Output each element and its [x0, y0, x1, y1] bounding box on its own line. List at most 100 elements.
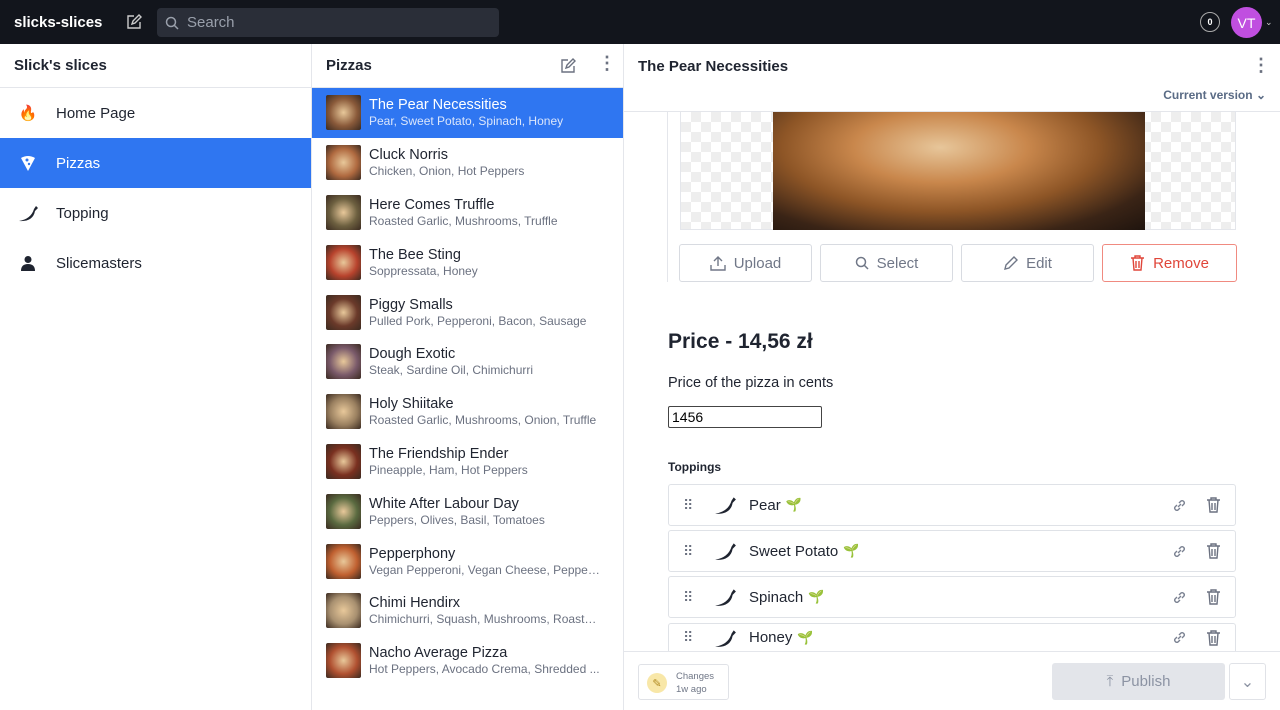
top-bar: slicks-slices Search 0 VT ⌄: [0, 0, 1280, 44]
changes-button[interactable]: ✎ Changes 1w ago: [638, 664, 729, 700]
toppings-label: Toppings: [668, 460, 722, 474]
vegetarian-sprout-icon: 🌱: [808, 589, 825, 605]
drag-handle-icon[interactable]: ⠿: [683, 497, 697, 514]
topping-name: Sweet Potato: [749, 542, 839, 560]
trash-icon[interactable]: [1206, 543, 1221, 559]
topping-item[interactable]: ⠿ Sweet Potato 🌱: [668, 530, 1236, 573]
pizza-icon: [0, 154, 56, 172]
version-label: Current version: [1163, 88, 1253, 102]
pizza-thumbnail: [326, 394, 361, 430]
vegetarian-sprout-icon: 🌱: [785, 497, 802, 512]
pizza-list-item[interactable]: Pepperphony Vegan Pepperoni, Vegan Cheese…: [312, 536, 623, 586]
pizza-title: Holy Shiitake: [369, 396, 454, 413]
pizza-list-item[interactable]: Chimi Hendirx Chimichurri, Squash, Mushro…: [312, 586, 623, 636]
pencil-icon: ✎: [647, 673, 667, 693]
sidebar-item-label: Slicemasters: [56, 254, 142, 272]
pizza-subtitle: Chimichurri, Squash, Mushrooms, Roaste..…: [369, 612, 601, 627]
pizza-thumbnail: [326, 344, 361, 380]
pizza-thumbnail: [326, 244, 361, 280]
search-input[interactable]: Search: [157, 8, 499, 37]
app-title[interactable]: slicks-slices: [14, 14, 102, 31]
version-select[interactable]: Current version ⌄: [1163, 88, 1266, 102]
remove-label: Remove: [1153, 254, 1209, 272]
pencil-icon: [1004, 255, 1019, 270]
compose-icon[interactable]: [126, 14, 143, 30]
drag-handle-icon[interactable]: ⠿: [683, 543, 697, 560]
upload-label: Upload: [733, 254, 782, 272]
pizza-list-item[interactable]: Piggy Smalls Pulled Pork, Pepperoni, Baco…: [312, 287, 623, 337]
vegetarian-sprout-icon: 🌱: [797, 629, 814, 645]
pizza-subtitle: Vegan Pepperoni, Vegan Cheese, Pepper...: [369, 562, 601, 577]
pizza-list-item[interactable]: Holy Shiitake Roasted Garlic, Mushrooms, …: [312, 387, 623, 437]
pizza-subtitle: Chicken, Onion, Hot Peppers: [369, 164, 525, 179]
link-icon[interactable]: [1172, 590, 1187, 605]
pane-title: Pizzas ⋮: [312, 44, 623, 88]
select-button[interactable]: Select: [820, 244, 953, 282]
pizza-list-item[interactable]: White After Labour Day Peppers, Olives, B…: [312, 486, 623, 536]
pizza-list-item[interactable]: Dough Exotic Steak, Sardine Oil, Chimichu…: [312, 337, 623, 387]
sidebar-item-label: Home Page: [56, 104, 136, 122]
upload-icon: [710, 256, 726, 271]
pizza-thumbnail: [326, 145, 361, 181]
pizza-list-item[interactable]: The Bee Sting Soppressata, Honey: [312, 237, 623, 287]
edit-button[interactable]: Edit: [961, 244, 1094, 282]
edit-label: Edit: [1026, 254, 1052, 272]
pizza-title: The Pear Necessities: [369, 97, 507, 114]
pizza-thumbnail: [326, 593, 361, 629]
pizza-thumbnail: [326, 294, 361, 330]
changes-time: 1w ago: [676, 684, 707, 695]
fire-icon: 🔥: [18, 105, 38, 122]
remove-button[interactable]: Remove: [1102, 244, 1237, 282]
topping-item[interactable]: ⠿ Spinach 🌱: [668, 576, 1236, 619]
link-icon[interactable]: [1172, 544, 1187, 559]
publish-menu-button[interactable]: ⌄: [1229, 663, 1266, 700]
trash-icon[interactable]: [1206, 629, 1221, 646]
notification-badge[interactable]: 0: [1200, 12, 1220, 32]
upload-button[interactable]: Upload: [679, 244, 812, 282]
pizza-list-item[interactable]: The Pear Necessities Pear, Sweet Potato, …: [312, 88, 623, 138]
pizza-title: Cluck Norris: [369, 147, 448, 164]
pizza-thumbnail: [326, 194, 361, 230]
chevron-down-icon: ⌄: [1255, 88, 1266, 102]
pizza-list: The Pear Necessities Pear, Sweet Potato, …: [312, 88, 623, 686]
publish-button[interactable]: ⤒ Publish: [1052, 663, 1225, 700]
pepper-icon: [715, 589, 736, 607]
price-field-label: Price of the pizza in cents: [668, 375, 834, 391]
drag-handle-icon[interactable]: ⠿: [683, 589, 697, 606]
pane-title: Slick's slices: [0, 44, 311, 88]
pizza-list-item[interactable]: The Friendship Ender Pineapple, Ham, Hot …: [312, 437, 623, 487]
topping-name: Honey: [749, 629, 793, 647]
topping-name: Pear: [749, 496, 781, 514]
pizza-list-item[interactable]: Nacho Average Pizza Hot Peppers, Avocado …: [312, 636, 623, 686]
sidebar-item-topping[interactable]: Topping: [0, 188, 311, 238]
compose-icon[interactable]: [560, 58, 576, 74]
image-preview: [680, 112, 1236, 230]
more-vertical-icon[interactable]: ⋮: [598, 54, 616, 72]
pepper-icon: [715, 497, 736, 514]
pizza-subtitle: Pulled Pork, Pepperoni, Bacon, Sausage: [369, 313, 587, 328]
topping-item[interactable]: ⠿ Honey 🌱: [668, 622, 1236, 652]
person-icon: [0, 255, 56, 271]
trash-icon[interactable]: [1206, 589, 1221, 606]
link-icon[interactable]: [1172, 498, 1187, 513]
pizza-subtitle: Soppressata, Honey: [369, 263, 478, 278]
topping-item[interactable]: ⠿ Pear 🌱: [668, 484, 1236, 526]
sidebar-item-pizzas[interactable]: Pizzas: [0, 138, 311, 188]
avatar[interactable]: VT: [1231, 7, 1262, 38]
link-icon[interactable]: [1172, 630, 1187, 645]
sidebar-item-slicemasters[interactable]: Slicemasters: [0, 238, 311, 288]
price-input[interactable]: [668, 406, 822, 428]
chevron-down-icon[interactable]: ⌄: [1265, 17, 1273, 28]
drag-handle-icon[interactable]: ⠿: [683, 629, 697, 646]
pizza-list-item[interactable]: Here Comes Truffle Roasted Garlic, Mushro…: [312, 188, 623, 238]
pizza-subtitle: Steak, Sardine Oil, Chimichurri: [369, 363, 534, 378]
sidebar-item-home-page[interactable]: 🔥 Home Page: [0, 88, 311, 138]
pizza-title: Here Comes Truffle: [369, 196, 495, 213]
trash-icon[interactable]: [1206, 497, 1221, 513]
pizza-list-item[interactable]: Cluck Norris Chicken, Onion, Hot Peppers: [312, 138, 623, 188]
trash-icon: [1131, 255, 1145, 271]
pizza-title: Piggy Smalls: [369, 296, 453, 313]
more-vertical-icon[interactable]: ⋮: [1252, 56, 1270, 74]
pepper-icon: [0, 203, 56, 223]
pizza-thumbnail: [326, 543, 361, 579]
